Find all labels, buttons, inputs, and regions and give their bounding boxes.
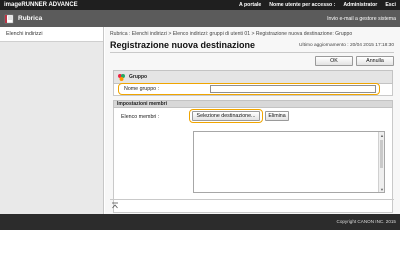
app-title: Rubrica bbox=[18, 15, 43, 22]
address-book-icon bbox=[4, 14, 14, 24]
main-content: Rubrica : Elenchi indirizzi > Elenco ind… bbox=[105, 27, 400, 214]
cancel-button[interactable]: Annulla bbox=[356, 56, 394, 66]
scroll-down-icon[interactable]: ▼ bbox=[379, 186, 385, 192]
select-destination-button[interactable]: Selezione destinazione... bbox=[192, 111, 260, 121]
copyright: Copyright CANON INC. 2015 bbox=[336, 219, 397, 224]
top-bar: imageRUNNER ADVANCE A portale Nome utent… bbox=[0, 0, 400, 10]
group-section-title: Gruppo bbox=[129, 74, 148, 80]
top-bar-right: A portale Nome utente per accesso : Admi… bbox=[239, 2, 400, 8]
breadcrumb-separator: > bbox=[251, 31, 255, 37]
breadcrumb-item[interactable]: Rubrica : Elenchi indirizzi bbox=[110, 31, 167, 37]
logout-link[interactable]: Esci bbox=[385, 2, 396, 8]
group-icon bbox=[117, 73, 126, 82]
page-title: Registrazione nuova destinazione bbox=[110, 40, 256, 50]
members-list-scrollbar[interactable]: ▲ ▼ bbox=[378, 132, 384, 192]
footer: Copyright CANON INC. 2015 bbox=[0, 214, 400, 230]
user-label: Nome utente per accesso : bbox=[269, 2, 336, 8]
sidebar: Elenchi indirizzi bbox=[0, 27, 104, 214]
members-list-label: Elenco membri : bbox=[121, 114, 160, 120]
send-email-admin-link[interactable]: Invio e-mail a gestore sistema bbox=[327, 16, 396, 22]
breadcrumb: Rubrica : Elenchi indirizzi > Elenco ind… bbox=[110, 31, 352, 37]
group-name-label: Nome gruppo : bbox=[124, 86, 160, 92]
breadcrumb-current: Registrazione nuova destinazione: Gruppo bbox=[255, 31, 353, 37]
user-name: Administrator bbox=[343, 2, 378, 8]
members-section-header: Impostazioni membri bbox=[113, 100, 393, 108]
blank-area bbox=[0, 230, 400, 279]
brand-name: imageRUNNER ADVANCE bbox=[4, 2, 78, 8]
title-bar: Rubrica Invio e-mail a gestore sistema bbox=[0, 10, 400, 27]
scroll-up-icon[interactable]: ▲ bbox=[379, 132, 385, 138]
last-updated: Ultimo aggiornamento : 20/04 2015 17:18:… bbox=[299, 43, 394, 48]
group-section-header: Gruppo bbox=[113, 70, 393, 84]
members-list[interactable]: ▲ ▼ bbox=[193, 131, 385, 193]
scroll-thumb[interactable] bbox=[380, 140, 383, 168]
delete-button[interactable]: Elimina bbox=[265, 111, 289, 121]
portal-link[interactable]: A portale bbox=[239, 2, 261, 8]
divider bbox=[110, 52, 394, 53]
sidebar-item-address-lists[interactable]: Elenchi indirizzi bbox=[0, 27, 103, 42]
divider bbox=[110, 199, 394, 200]
ok-button[interactable]: OK bbox=[315, 56, 353, 66]
breadcrumb-separator: > bbox=[168, 31, 172, 37]
scroll-to-top-icon[interactable] bbox=[111, 202, 119, 210]
group-name-input[interactable] bbox=[210, 85, 376, 93]
breadcrumb-item[interactable]: Elenco indirizzi: gruppi di utenti 01 bbox=[173, 31, 250, 37]
